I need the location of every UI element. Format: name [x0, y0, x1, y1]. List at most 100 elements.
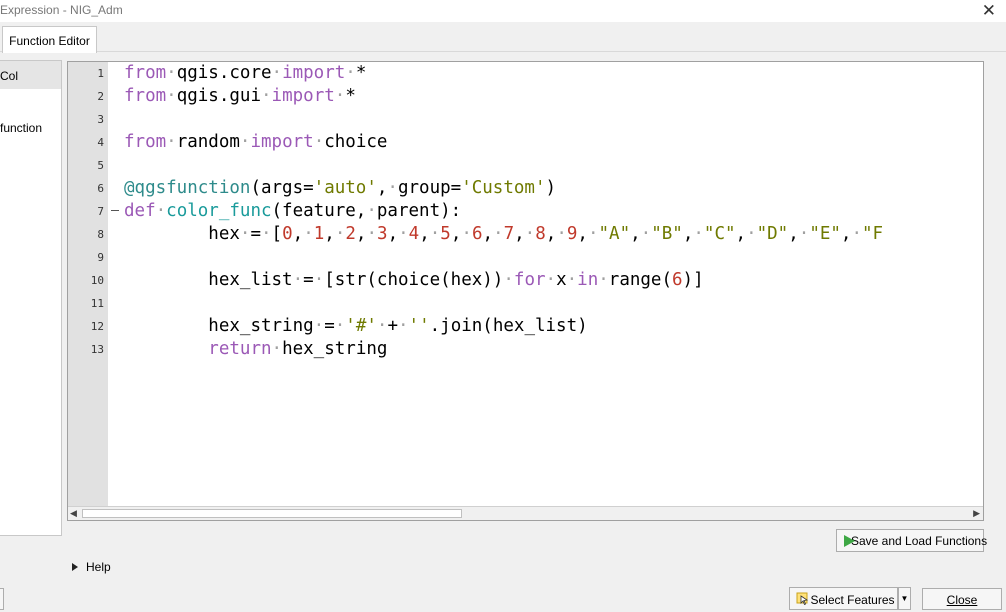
list-item-col[interactable]: Col: [0, 61, 61, 89]
code-editor[interactable]: 1 2 3 4 5 6 7 8 9 10 11 12 13 from·qgis.…: [67, 61, 984, 521]
scroll-right-icon[interactable]: ▶: [973, 507, 980, 520]
code-token: hex: [208, 224, 240, 244]
code-token: ): [545, 178, 557, 198]
select-features-dropdown[interactable]: ▼: [898, 587, 911, 610]
code-line-10: hex_list·=·[str(choice(hex))·for·x·in·ra…: [208, 270, 704, 290]
tab-strip: Function Editor: [0, 22, 1006, 53]
save-and-load-functions-button[interactable]: Save and Load Functions: [836, 529, 988, 552]
code-token: color_func: [166, 201, 272, 221]
code-token: hex_string: [208, 316, 314, 336]
code-line-8: hex·=·[0,·1,·2,·3,·4,·5,·6,·7,·8,·9,·"A"…: [208, 224, 884, 244]
code-token: return: [208, 339, 272, 359]
code-line-2: from·qgis.gui·import·*: [124, 86, 356, 106]
code-token: "F: [862, 224, 884, 244]
line-number: 5: [97, 159, 104, 172]
code-token: [: [271, 224, 283, 244]
code-token: 'auto': [313, 178, 377, 198]
line-number: 8: [97, 228, 104, 241]
code-token: .join(hex_list): [429, 316, 588, 336]
line-number: 13: [90, 343, 104, 356]
code-token: (feature,: [271, 201, 367, 221]
code-token: =: [324, 316, 335, 336]
function-list-panel: Col function: [0, 60, 62, 536]
code-token: "D": [756, 224, 789, 244]
code-token: 5: [440, 224, 451, 244]
code-token: (args=: [250, 178, 314, 198]
line-number: 4: [97, 136, 104, 149]
code-line-6: @qgsfunction(args='auto',·group='Custom'…: [124, 178, 557, 198]
code-token: *: [345, 86, 356, 106]
help-label: Help: [86, 560, 111, 574]
code-token: qgis.core: [176, 63, 272, 83]
title-bar: Expression - NIG_Adm ✕: [0, 0, 1006, 22]
code-token: 7: [503, 224, 515, 244]
horizontal-scrollbar[interactable]: ◀ ▶: [68, 506, 983, 520]
select-features-label: Select Features: [810, 593, 895, 607]
play-icon: [844, 535, 855, 547]
tab-function-editor[interactable]: Function Editor: [2, 26, 97, 53]
line-number: 9: [97, 251, 104, 264]
code-token: "C": [703, 224, 736, 244]
code-token: 'Custom': [461, 178, 546, 198]
code-token: from: [124, 86, 167, 106]
line-number: 1: [97, 67, 104, 80]
fold-marker[interactable]: [111, 210, 119, 211]
select-features-icon: [796, 592, 809, 605]
line-number: 7: [97, 205, 104, 218]
code-token: ,: [376, 178, 388, 198]
code-line-13: return·hex_string: [208, 339, 388, 359]
code-token: '#': [345, 316, 377, 336]
help-toggle[interactable]: Help: [72, 560, 111, 574]
code-line-12: hex_string·=·'#'·+·''.join(hex_list): [208, 316, 588, 336]
code-token: choice: [324, 132, 388, 152]
code-token: 2: [345, 224, 356, 244]
code-token: x: [556, 270, 567, 290]
code-line-4: from·random·import·choice: [124, 132, 388, 152]
code-token: hex_string: [282, 339, 388, 359]
code-token: 4: [408, 224, 420, 244]
code-token: 6: [672, 270, 683, 290]
code-token: *: [355, 63, 367, 83]
code-token: @qgsfunction: [124, 178, 251, 198]
code-token: from: [124, 63, 167, 83]
code-token: group=: [397, 178, 462, 198]
list-item-function[interactable]: function: [0, 121, 42, 135]
code-token: +: [387, 316, 398, 336]
code-token: [str(choice(hex)): [324, 270, 504, 290]
line-number-gutter: 1 2 3 4 5 6 7 8 9 10 11 12 13: [68, 62, 108, 508]
code-text[interactable]: from·qgis.core·import·* from·qgis.gui·im…: [124, 62, 983, 508]
code-token: import: [250, 132, 314, 152]
save-and-load-label: Save and Load Functions: [851, 534, 988, 548]
code-token: from: [124, 132, 167, 152]
line-number: 2: [97, 90, 104, 103]
close-icon[interactable]: ✕: [982, 1, 996, 21]
code-token: '': [408, 316, 430, 336]
line-number: 3: [97, 113, 104, 126]
code-token: in: [577, 270, 599, 290]
code-token: =: [303, 270, 314, 290]
scrollbar-thumb[interactable]: [82, 509, 462, 518]
close-label: Close: [946, 593, 978, 607]
code-token: def: [124, 201, 156, 221]
code-token: =: [250, 224, 261, 244]
code-token: 1: [313, 224, 325, 244]
code-line-7: def·color_func(feature,·parent):: [124, 201, 462, 221]
code-token: 0: [282, 224, 293, 244]
code-token: qgis.gui: [176, 86, 261, 106]
line-number: 10: [90, 274, 104, 287]
code-token: range(: [608, 270, 672, 290]
line-number: 11: [90, 297, 104, 310]
partial-button[interactable]: [0, 588, 4, 610]
code-token: 9: [566, 224, 578, 244]
code-token: hex_list: [208, 270, 293, 290]
select-features-button[interactable]: Select Features: [789, 587, 898, 610]
code-token: random: [176, 132, 240, 152]
line-number: 12: [90, 320, 104, 333]
code-token: "A": [598, 224, 631, 244]
code-token: for: [513, 270, 546, 290]
code-token: 6: [471, 224, 483, 244]
close-button[interactable]: Close: [922, 588, 1002, 610]
window-title: Expression - NIG_Adm: [0, 3, 123, 17]
scroll-left-icon[interactable]: ◀: [70, 507, 77, 520]
code-token: "B": [651, 224, 683, 244]
